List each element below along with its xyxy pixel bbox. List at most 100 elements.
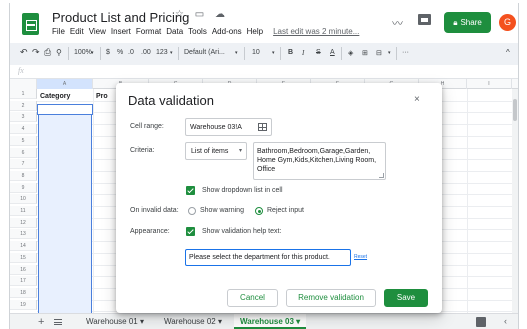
star-move-cloud-icons[interactable]: ☆ ▭ ☁	[175, 9, 229, 20]
select-range-icon[interactable]	[258, 123, 267, 131]
help-text-input[interactable]: Please select the department for this pr…	[185, 249, 351, 266]
menu-help[interactable]: Help	[247, 27, 263, 36]
more-options-icon[interactable]: ···	[402, 49, 409, 56]
scrollbar-thumb[interactable]	[513, 99, 517, 121]
show-warning-radio[interactable]	[188, 207, 196, 215]
share-button[interactable]: 🔒︎ Share	[444, 12, 491, 33]
reset-link[interactable]: Reset	[354, 254, 367, 260]
strikethrough-button[interactable]: S	[316, 49, 321, 56]
sheet-tab-warehouse-03[interactable]: Warehouse 03 ▾	[234, 314, 307, 329]
cell-b1[interactable]: Pro	[96, 93, 108, 100]
show-dropdown-checkbox[interactable]	[186, 186, 195, 195]
fill-color-icon[interactable]: ◈	[348, 49, 353, 57]
row-header[interactable]: 11	[10, 206, 37, 217]
borders-icon[interactable]: ⊞	[362, 49, 368, 57]
selected-cell[interactable]	[37, 104, 93, 115]
increase-decimal-button[interactable]: .00	[141, 49, 151, 56]
menu-addons[interactable]: Add-ons	[212, 27, 242, 36]
comments-icon[interactable]	[418, 14, 431, 25]
row-header[interactable]: 13	[10, 229, 37, 240]
menu-insert[interactable]: Insert	[111, 27, 131, 36]
row-header[interactable]: 7	[10, 159, 37, 170]
app-window: Product List and Pricing ☆ ▭ ☁ File Edit…	[9, 3, 519, 329]
sheets-logo-icon[interactable]	[22, 13, 39, 35]
row-header[interactable]: 3	[10, 112, 37, 123]
side-panel-toggle-icon[interactable]: ‹	[504, 316, 507, 326]
row-header[interactable]: 15	[10, 252, 37, 263]
activity-trend-icon[interactable]: 〰	[392, 15, 403, 31]
bold-button[interactable]: B	[288, 49, 293, 56]
sheet-tab-warehouse-02[interactable]: Warehouse 02 ▾	[158, 314, 228, 329]
explore-icon[interactable]	[476, 317, 486, 327]
menu-tools[interactable]: Tools	[188, 27, 207, 36]
cell-range-value: Warehouse 03!A	[190, 124, 242, 131]
merge-cells-icon[interactable]: ⊟	[376, 49, 382, 57]
percent-format-button[interactable]: %	[117, 49, 123, 56]
row-header[interactable]: 6	[10, 147, 37, 158]
menu-edit[interactable]: Edit	[70, 27, 84, 36]
last-edit-link[interactable]: Last edit was 2 minute...	[273, 27, 359, 36]
chevron-down-icon: ▾	[238, 148, 242, 154]
more-formats-button[interactable]: 123	[156, 49, 168, 56]
italic-button[interactable]: I	[302, 49, 304, 57]
sheet-tab-warehouse-01[interactable]: Warehouse 01 ▾	[80, 314, 150, 329]
cell-range-label: Cell range:	[130, 123, 164, 130]
vertical-scrollbar[interactable]	[512, 89, 518, 313]
row-header[interactable]: 12	[10, 217, 37, 228]
redo-icon[interactable]: ↷	[32, 47, 40, 58]
show-help-text-checkbox[interactable]	[186, 227, 195, 236]
close-icon[interactable]: ×	[414, 94, 420, 105]
collapse-toolbar-icon[interactable]: ^	[506, 48, 510, 57]
text-color-button[interactable]: A	[330, 49, 335, 56]
row-header[interactable]: 14	[10, 241, 37, 252]
row-header[interactable]: 19	[10, 299, 37, 310]
merge-chevron-down-icon: ▾	[388, 50, 391, 56]
column-header[interactable]: A	[37, 79, 93, 89]
criteria-type-value: List of items	[191, 148, 229, 155]
document-title[interactable]: Product List and Pricing	[52, 10, 189, 25]
save-button[interactable]: Save	[384, 289, 428, 307]
cancel-button[interactable]: Cancel	[227, 289, 278, 307]
row-header[interactable]: 1	[10, 89, 37, 100]
font-chevron-down-icon: ▾	[235, 50, 238, 56]
dialog-title: Data validation	[128, 93, 214, 108]
reject-input-radio[interactable]	[255, 207, 263, 215]
decrease-decimal-button[interactable]: .0	[128, 49, 134, 56]
remove-validation-button[interactable]: Remove validation	[286, 289, 376, 307]
row-header[interactable]: 18	[10, 287, 37, 298]
toolbar-divider	[341, 47, 342, 60]
add-sheet-button[interactable]: +	[38, 316, 44, 328]
font-select[interactable]: Default (Ari...	[184, 49, 225, 56]
currency-format-button[interactable]: $	[106, 49, 110, 56]
avatar[interactable]: G	[499, 14, 516, 31]
row-header[interactable]: 4	[10, 124, 37, 135]
undo-icon[interactable]: ↶	[20, 47, 28, 58]
row-header[interactable]: 10	[10, 194, 37, 205]
toolbar-divider	[68, 47, 69, 60]
menu-file[interactable]: File	[52, 27, 65, 36]
list-items-input[interactable]: Bathroom,Bedroom,Garage,Garden, Home Gym…	[253, 142, 386, 180]
font-size-select[interactable]: 10	[252, 49, 260, 56]
column-header[interactable]: I	[467, 79, 512, 89]
row-header[interactable]: 8	[10, 170, 37, 181]
cell-range-input[interactable]: Warehouse 03!A	[185, 118, 272, 136]
row-header[interactable]: 5	[10, 135, 37, 146]
paint-format-icon[interactable]: ⚲	[56, 48, 62, 57]
criteria-type-select[interactable]: List of items ▾	[185, 142, 247, 160]
cell-a1[interactable]: Category	[40, 93, 70, 100]
row-header[interactable]: 9	[10, 182, 37, 193]
selected-column-range[interactable]	[38, 105, 92, 313]
menu-format[interactable]: Format	[136, 27, 161, 36]
print-icon[interactable]: ⎙	[44, 47, 51, 58]
formula-bar[interactable]: fx	[10, 65, 518, 79]
row-header[interactable]: 2	[10, 100, 37, 111]
menu-view[interactable]: View	[89, 27, 106, 36]
resize-handle-icon[interactable]	[379, 173, 384, 178]
row-header[interactable]: 17	[10, 276, 37, 287]
all-sheets-menu-icon[interactable]	[54, 319, 62, 325]
menu-data[interactable]: Data	[166, 27, 183, 36]
share-label: Share	[460, 18, 482, 27]
zoom-select[interactable]: 100%	[74, 49, 92, 56]
select-all-corner[interactable]	[10, 79, 37, 89]
row-header[interactable]: 16	[10, 264, 37, 275]
